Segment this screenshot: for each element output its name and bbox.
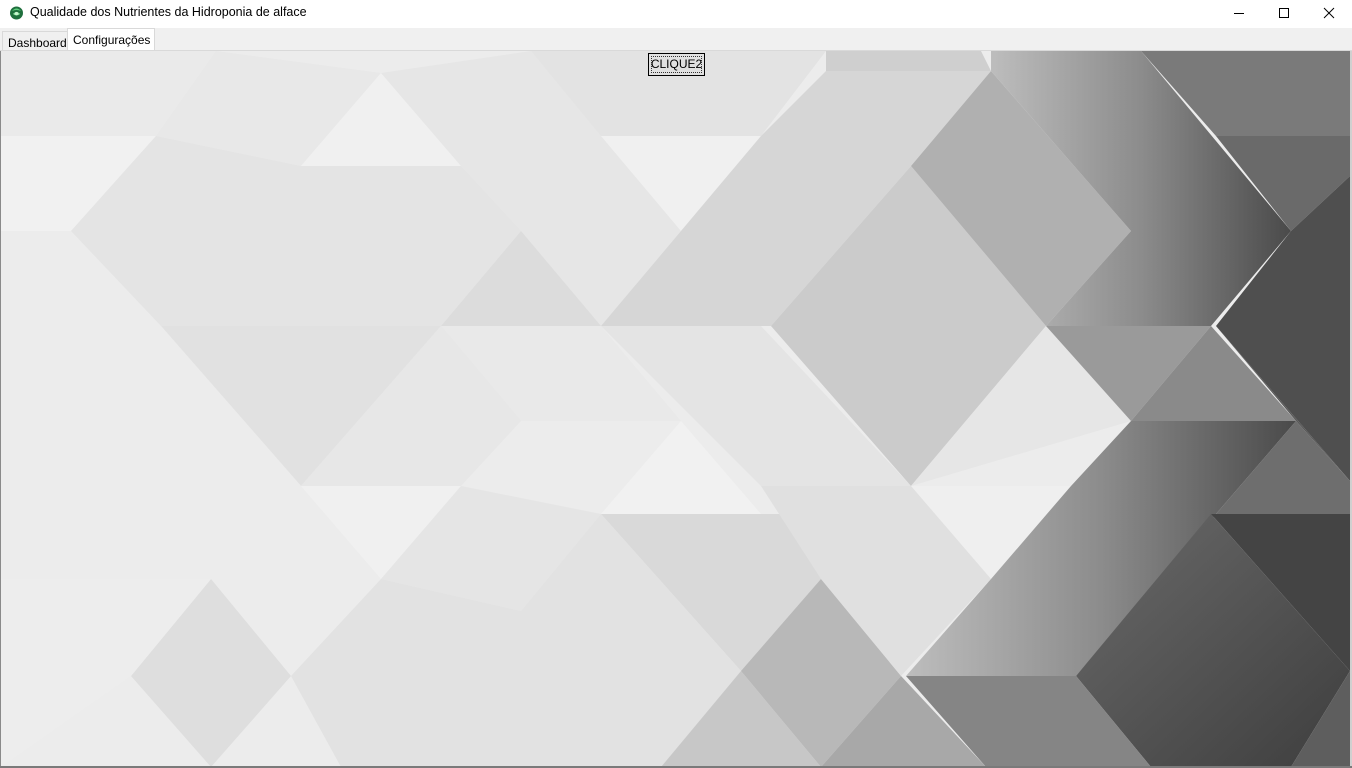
close-icon <box>1323 7 1334 19</box>
maximize-icon <box>1278 8 1289 18</box>
app-window: Qualidade dos Nutrientes da Hidroponia d… <box>0 0 1352 768</box>
title-bar[interactable]: Qualidade dos Nutrientes da Hidroponia d… <box>0 0 1352 26</box>
window-border-left <box>0 51 1 768</box>
clique2-button[interactable]: CLIQUE2 <box>648 53 705 76</box>
close-button[interactable] <box>1306 0 1351 26</box>
tab-content-panel: CLIQUE2 <box>1 51 1350 767</box>
lettuce-icon <box>9 5 24 20</box>
maximize-button[interactable] <box>1261 0 1306 26</box>
background-pattern <box>1 51 1350 767</box>
tab-strip: Dashboard Configurações <box>0 28 1352 51</box>
minimize-icon <box>1233 13 1244 14</box>
tab-dashboard[interactable]: Dashboard <box>2 31 67 51</box>
window-title: Qualidade dos Nutrientes da Hidroponia d… <box>30 5 307 19</box>
minimize-button[interactable] <box>1216 0 1261 26</box>
tab-configuracoes[interactable]: Configurações <box>67 28 155 51</box>
